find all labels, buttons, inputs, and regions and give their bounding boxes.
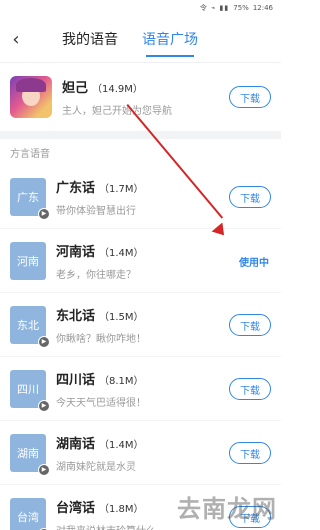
voice-size: （1.4M） — [99, 439, 144, 451]
list-item[interactable]: 广东 ▶ 广东话 （1.7M） 带你体验智慧出行 下载 — [0, 165, 281, 229]
avatar — [10, 76, 52, 118]
download-button[interactable]: 下载 — [229, 86, 271, 108]
play-icon[interactable]: ▶ — [38, 463, 50, 476]
play-icon[interactable]: ▶ — [38, 335, 50, 348]
voice-title: 四川话 — [56, 372, 96, 388]
dialect-badge: 河南 — [10, 241, 46, 280]
voice-title: 湖南话 — [56, 436, 96, 452]
dialect-badge: 湖南 ▶ — [10, 433, 50, 476]
battery-level: 75% — [233, 3, 249, 12]
divider — [0, 131, 281, 139]
status-icons: 令 ⌁ ▮▮ — [199, 3, 230, 12]
voice-title: 广东话 — [56, 180, 96, 196]
download-button[interactable]: 下载 — [229, 378, 271, 400]
voice-title: 河南话 — [56, 244, 96, 260]
list-item[interactable]: 四川 ▶ 四川话 （8.1M） 今天天气巴适得很！ 下载 — [0, 357, 281, 421]
list-item[interactable]: 河南 河南话 （1.4M） 老乡，你往哪走？ 使用中 — [0, 229, 281, 293]
voice-size: （1.4M） — [99, 247, 144, 259]
dialect-badge: 东北 ▶ — [10, 305, 50, 348]
download-button[interactable]: 下载 — [229, 442, 271, 464]
in-use-label: 使用中 — [239, 258, 269, 269]
voice-size: （14.9M） — [92, 84, 143, 95]
voice-title: 台湾话 — [56, 500, 96, 516]
dialect-badge: 广东 ▶ — [10, 177, 50, 220]
watermark: 去南龙网 — [177, 495, 277, 523]
play-icon[interactable]: ▶ — [38, 207, 50, 220]
list-item[interactable]: 湖南 ▶ 湖南话 （1.4M） 湖南妹陀就是水灵 下载 — [0, 421, 281, 485]
voice-size: （1.7M） — [99, 183, 144, 195]
voice-size: （1.8M） — [99, 503, 144, 515]
back-icon[interactable]: ‹ — [4, 25, 28, 53]
dialect-badge: 四川 ▶ — [10, 369, 50, 412]
section-title: 方言语音 — [10, 148, 50, 160]
clock: 12:46 — [252, 3, 273, 12]
tab-bar: 我的语音 语音广场 — [62, 20, 198, 57]
header: ‹ 我的语音 语音广场 — [0, 15, 281, 63]
voice-size: （8.1M） — [99, 375, 144, 387]
tab-voice-square[interactable]: 语音广场 — [142, 20, 198, 57]
download-button[interactable]: 下载 — [229, 186, 271, 208]
status-bar: 令 ⌁ ▮▮ 75% 12:46 — [0, 0, 281, 15]
voice-title: 妲己 — [62, 81, 89, 96]
dialect-list: 广东 ▶ 广东话 （1.7M） 带你体验智慧出行 下载 河南 河南话 （1.4M） 老… — [0, 165, 281, 530]
voice-title: 东北话 — [56, 308, 96, 324]
play-icon[interactable]: ▶ — [38, 399, 50, 412]
list-item[interactable]: 东北 ▶ 东北话 （1.5M） 你瞅啥？瞅你咋地！ 下载 — [0, 293, 281, 357]
tab-my-voices[interactable]: 我的语音 — [62, 20, 118, 57]
voice-size: （1.5M） — [99, 311, 144, 323]
dialect-badge: 台湾▶ — [10, 497, 50, 530]
download-button[interactable]: 下载 — [229, 314, 271, 336]
